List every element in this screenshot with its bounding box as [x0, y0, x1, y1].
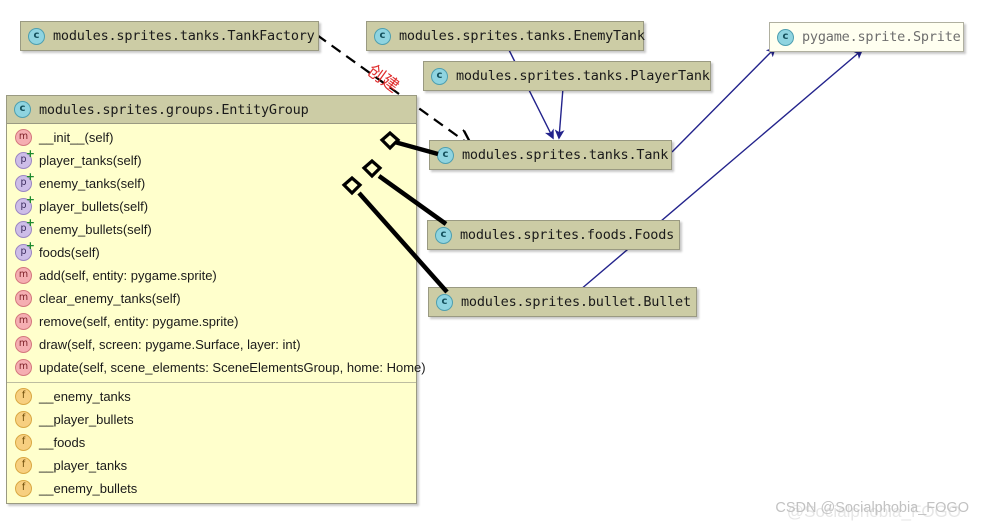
class-field-row[interactable]: f __player_bullets [7, 408, 416, 431]
class-box-entity-group[interactable]: c modules.sprites.groups.EntityGroup m __… [6, 95, 426, 504]
class-header: c modules.sprites.tanks.TankFactory [21, 22, 318, 50]
class-member-row[interactable]: p + foods(self) [7, 240, 416, 264]
property-icon: p + [15, 194, 35, 215]
class-member-row[interactable]: m remove(self, entity: pygame.sprite) [7, 310, 416, 333]
property-icon: p + [15, 171, 35, 192]
class-box-foods[interactable]: c modules.sprites.foods.Foods [427, 220, 680, 250]
class-field-row[interactable]: f __enemy_tanks [7, 385, 416, 408]
class-header: c modules.sprites.tanks.EnemyTank [367, 22, 645, 50]
class-header: c modules.sprites.bullet.Bullet [429, 288, 696, 316]
class-box-tank-factory[interactable]: c modules.sprites.tanks.TankFactory [20, 21, 319, 51]
property-icon: p + [15, 240, 35, 261]
class-member-row[interactable]: p + player_bullets(self) [7, 194, 416, 218]
class-box-pygame-sprite[interactable]: c pygame.sprite.Sprite [769, 22, 964, 52]
class-header: c modules.sprites.groups.EntityGroup [7, 96, 416, 124]
field-icon: f [15, 457, 32, 474]
class-icon: c [14, 101, 31, 118]
member-label: __enemy_tanks [39, 389, 131, 404]
class-member-row[interactable]: p + enemy_tanks(self) [7, 171, 416, 195]
class-members-section: m __init__(self) p + player_tanks(self) p + ene… [7, 124, 426, 382]
member-label: __init__(self) [39, 130, 114, 145]
member-label: __foods [39, 435, 86, 450]
member-label: player_tanks(self) [39, 153, 142, 168]
class-box-tank[interactable]: c modules.sprites.tanks.Tank [429, 140, 672, 170]
class-title: modules.sprites.groups.EntityGroup [39, 101, 309, 118]
member-label: enemy_tanks(self) [39, 176, 146, 191]
class-title: modules.sprites.tanks.TankFactory [53, 28, 315, 44]
member-label: add(self, entity: pygame.sprite) [39, 268, 217, 283]
field-icon: f [15, 480, 32, 497]
member-label: player_bullets(self) [39, 199, 149, 214]
class-field-row[interactable]: f __enemy_bullets [7, 477, 416, 500]
property-plus-badge-icon: + [25, 147, 35, 160]
class-header: c modules.sprites.tanks.Tank [430, 141, 671, 169]
class-title: modules.sprites.foods.Foods [460, 227, 675, 243]
method-icon: m [15, 359, 32, 376]
member-label: __player_tanks [39, 458, 128, 473]
uml-diagram-canvas: c modules.sprites.tanks.TankFactory c mo… [0, 0, 983, 528]
property-icon: p + [15, 217, 35, 238]
member-label: draw(self, screen: pygame.Surface, layer… [39, 337, 301, 352]
class-box-enemy-tank[interactable]: c modules.sprites.tanks.EnemyTank [366, 21, 645, 51]
class-member-row[interactable]: m draw(self, screen: pygame.Surface, laye… [7, 333, 416, 356]
class-field-row[interactable]: f __player_tanks [7, 454, 416, 477]
edge-inheritance-playertank-tank [554, 87, 565, 140]
member-label: __enemy_bullets [39, 481, 138, 496]
class-header: c modules.sprites.foods.Foods [428, 221, 679, 249]
member-label: foods(self) [39, 245, 100, 260]
member-label: remove(self, entity: pygame.sprite) [39, 314, 239, 329]
method-icon: m [15, 313, 32, 330]
member-label: clear_enemy_tanks(self) [39, 291, 181, 306]
class-member-row[interactable]: m add(self, entity: pygame.sprite) [7, 264, 416, 287]
class-icon: c [437, 146, 454, 164]
dependency-label-create: 创建 [363, 61, 403, 97]
class-icon: c [777, 28, 794, 46]
class-box-player-tank[interactable]: c modules.sprites.tanks.PlayerTank [423, 61, 711, 91]
class-icon: c [28, 27, 45, 45]
class-fields-section: f __enemy_tanks f __player_bullets f __foods f… [7, 382, 416, 503]
class-icon: c [435, 226, 452, 244]
field-icon: f [15, 411, 32, 428]
property-plus-badge-icon: + [25, 170, 35, 183]
class-member-row[interactable]: m update(self, scene_elements: SceneEleme… [7, 356, 426, 379]
property-plus-badge-icon: + [25, 216, 35, 229]
class-member-row[interactable]: m __init__(self) [7, 126, 416, 149]
class-member-row[interactable]: m clear_enemy_tanks(self) [7, 287, 416, 310]
property-icon: p + [15, 148, 35, 169]
class-title: modules.sprites.tanks.Tank [462, 147, 669, 163]
class-title: modules.sprites.tanks.EnemyTank [399, 28, 645, 44]
property-plus-badge-icon: + [25, 239, 35, 252]
class-title: modules.sprites.tanks.PlayerTank [456, 68, 710, 84]
method-icon: m [15, 267, 32, 284]
field-icon: f [15, 434, 32, 451]
class-icon: c [374, 27, 391, 45]
member-label: __player_bullets [39, 412, 134, 427]
class-member-row[interactable]: p + enemy_bullets(self) [7, 217, 416, 241]
member-label: enemy_bullets(self) [39, 222, 152, 237]
member-label: update(self, scene_elements: SceneElemen… [39, 360, 426, 375]
method-icon: m [15, 290, 32, 307]
class-field-row[interactable]: f __foods [7, 431, 416, 454]
property-plus-badge-icon: + [25, 193, 35, 206]
method-icon: m [15, 336, 32, 353]
class-icon: c [431, 67, 448, 85]
class-member-row[interactable]: p + player_tanks(self) [7, 148, 416, 172]
method-icon: m [15, 129, 32, 146]
class-title: pygame.sprite.Sprite [802, 29, 961, 45]
field-icon: f [15, 388, 32, 405]
class-header: c pygame.sprite.Sprite [770, 23, 963, 51]
class-title: modules.sprites.bullet.Bullet [461, 294, 691, 310]
class-icon: c [436, 293, 453, 311]
watermark-text: CSDN @Socialphobia_FOGO [775, 500, 969, 516]
class-box-bullet[interactable]: c modules.sprites.bullet.Bullet [428, 287, 697, 317]
class-header: c modules.sprites.tanks.PlayerTank [424, 62, 710, 90]
